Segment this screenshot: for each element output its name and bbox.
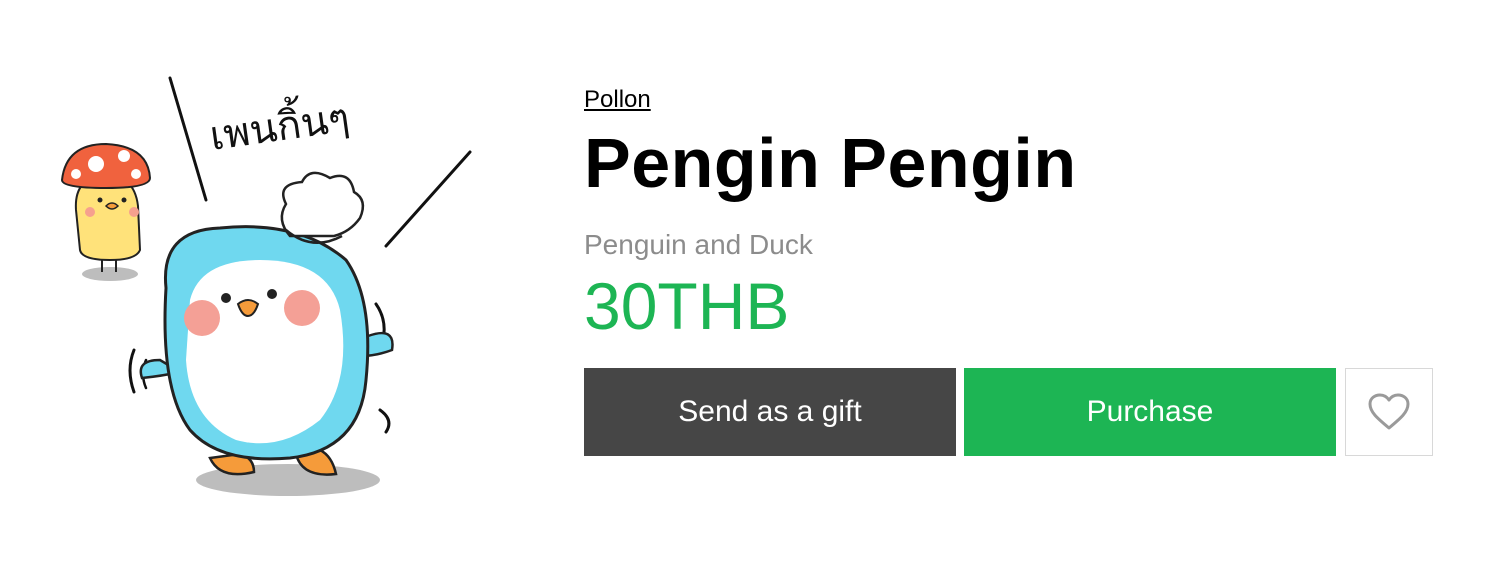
sticker-preview-image: เพนกิ้นๆ [60, 76, 472, 496]
send-as-gift-button[interactable]: Send as a gift [584, 368, 956, 456]
product-price: 30THB [584, 269, 790, 343]
sticker-caption: เพนกิ้นๆ [206, 88, 352, 160]
product-subtitle: Penguin and Duck [584, 229, 813, 260]
purchase-label: Purchase [1086, 395, 1214, 428]
purchase-button[interactable]: Purchase [964, 368, 1336, 456]
author-link[interactable]: Pollon [584, 84, 651, 116]
favorite-button[interactable] [1345, 368, 1433, 456]
product-title: Pengin Pengin [584, 124, 1077, 202]
heart-outline-icon [1368, 393, 1410, 430]
product-info: Pollon Pengin Pengin Penguin and Duck 30… [584, 84, 1444, 344]
send-as-gift-label: Send as a gift [678, 395, 862, 428]
